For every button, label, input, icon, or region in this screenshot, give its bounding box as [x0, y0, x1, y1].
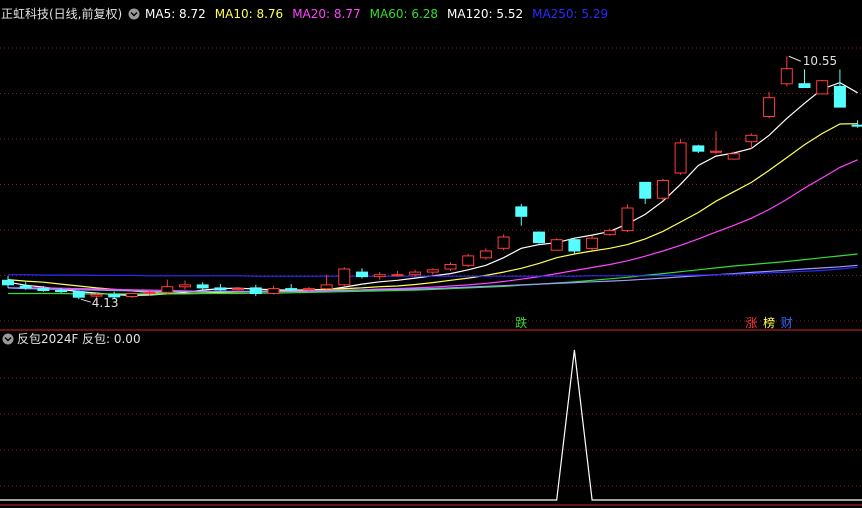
main-header: 正虹科技(日线,前复权) MA5: 8.72 MA10: 8.76 MA20: 8.…: [1, 6, 608, 21]
candle-body: [444, 264, 457, 270]
chevron-down-icon[interactable]: [128, 8, 140, 20]
candle-body: [214, 287, 227, 291]
candle-body: [338, 268, 351, 286]
candle-body: [851, 124, 862, 127]
candle-body: [143, 291, 156, 294]
candle-body: [533, 231, 545, 244]
candle-body: [515, 206, 528, 217]
high-price-label: 10.55: [803, 54, 837, 68]
candle-body: [550, 239, 563, 251]
ma-legend-ma10: MA10: 8.76: [215, 7, 283, 21]
candle: [586, 235, 599, 251]
stock-title: 正虹科技(日线,前复权): [1, 6, 122, 21]
candle: [656, 178, 669, 201]
candle-body: [391, 274, 404, 277]
candle-body: [568, 239, 581, 252]
candle-body: [745, 134, 758, 143]
candle-body: [426, 269, 439, 273]
candle-body: [710, 150, 722, 153]
candle-body: [179, 284, 191, 288]
candle-body: [373, 274, 386, 278]
candle-body: [267, 288, 280, 295]
candle-body: [586, 237, 599, 249]
candle-body: [816, 80, 829, 95]
candle-body: [19, 285, 32, 289]
candle-body: [72, 291, 85, 298]
candle-body: [37, 288, 50, 292]
candle: [338, 267, 351, 286]
ma-legend-ma250: MA250: 5.29: [532, 7, 608, 21]
ma-legend: MA5: 8.72 MA10: 8.76 MA20: 8.77 MA60: 6.28 M…: [145, 7, 608, 21]
candle-body: [603, 230, 616, 235]
candle: [621, 204, 634, 233]
candle-body: [2, 279, 14, 286]
event-marker: 榜: [763, 315, 775, 330]
candle-body: [161, 286, 174, 293]
candle-body: [727, 153, 740, 160]
candle-body: [55, 290, 68, 293]
candle-body: [462, 255, 475, 266]
candle-body: [479, 250, 492, 259]
indicator-header: 反包2024F 反包: 0.00: [2, 332, 141, 346]
candle-body: [302, 288, 315, 291]
low-price-label: 4.13: [92, 296, 119, 310]
ma-legend-ma5: MA5: 8.72: [145, 7, 206, 21]
candle-body: [780, 68, 793, 85]
candle-body: [833, 85, 846, 108]
candle: [674, 139, 687, 175]
event-marker: 财: [781, 316, 793, 330]
event-marker: 跌: [515, 315, 527, 330]
candle-body: [674, 142, 687, 174]
event-marker: 涨: [745, 315, 757, 330]
ma-legend-ma120: MA120: 5.52: [447, 7, 523, 21]
candle-body: [232, 288, 245, 291]
candle-body: [356, 271, 368, 278]
chart-background: [0, 0, 862, 508]
chevron-down-icon[interactable]: [2, 333, 14, 345]
candle-body: [497, 236, 510, 249]
candle-body: [320, 284, 333, 290]
candle: [816, 79, 829, 95]
candle: [462, 253, 475, 268]
ma-legend-ma60: MA60: 6.28: [370, 7, 438, 21]
candle-body: [249, 287, 262, 294]
indicator-title: 反包2024F: [17, 332, 79, 346]
candle-body: [125, 293, 138, 297]
ma-legend-ma20: MA20: 8.77: [292, 7, 360, 21]
candle-body: [692, 145, 705, 152]
candle: [497, 234, 510, 251]
candle-body: [798, 83, 811, 88]
candle-body: [763, 97, 776, 117]
candle-body: [285, 288, 298, 291]
indicator-value: 反包: 0.00: [82, 332, 141, 346]
stock-chart-canvas: 10.55 4.13 跌 涨榜财 正虹科技(日线,前复权) MA5: 8.72 MA1…: [0, 0, 862, 508]
candle-body: [409, 271, 422, 276]
candle-body: [656, 180, 669, 199]
candle: [533, 231, 545, 244]
candle-body: [196, 284, 209, 289]
candle: [550, 238, 563, 251]
candle-body: [639, 181, 652, 199]
candle-body: [621, 207, 634, 232]
